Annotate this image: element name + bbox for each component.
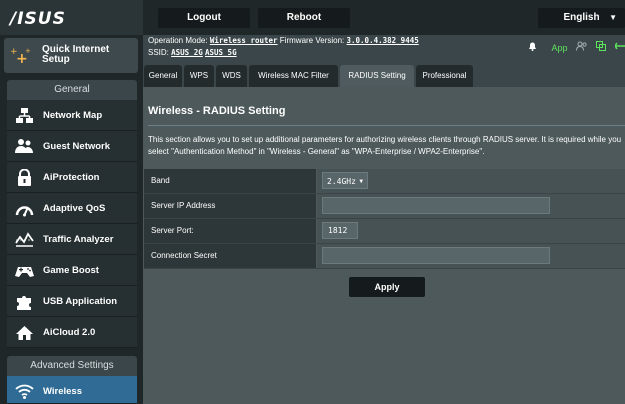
quick-internet-setup-label: Quick Internet Setup	[42, 44, 110, 65]
language-label: English	[563, 12, 600, 23]
wifi-icon	[15, 383, 34, 400]
logo-text: /ISUS	[10, 9, 66, 29]
connection-secret-label: Connection Secret	[144, 244, 316, 268]
sidebar-item-traffic-analyzer[interactable]: Traffic Analyzer	[7, 224, 137, 255]
quick-internet-setup-button[interactable]: + + + Quick Internet Setup	[4, 38, 138, 73]
title-divider	[148, 125, 625, 126]
operation-mode-label: Operation Mode:	[148, 36, 208, 45]
sidebar-item-aiprotection[interactable]: AiProtection	[7, 162, 137, 193]
sidebar-item-label: Game Boost	[43, 265, 99, 276]
page-title: Wireless - RADIUS Setting	[148, 105, 286, 117]
sidebar-item-label: Traffic Analyzer	[43, 234, 114, 245]
gauge-icon	[15, 200, 34, 217]
lock-icon	[15, 168, 34, 186]
logout-button[interactable]: Logout	[158, 8, 250, 28]
tab-general[interactable]: General	[144, 65, 182, 87]
ssid-2g-link[interactable]: ASUS_2G	[171, 48, 203, 57]
server-port-row: Server Port: 1812	[144, 219, 625, 244]
server-port-value-cell: 1812	[317, 219, 625, 243]
band-select[interactable]: 2.4GHz ▼	[322, 172, 368, 189]
connection-secret-row: Connection Secret	[144, 244, 625, 269]
server-ip-input[interactable]	[322, 197, 550, 214]
app-label: App	[551, 43, 568, 53]
sidebar-item-usb-application[interactable]: USB Application	[7, 286, 137, 317]
server-ip-row: Server IP Address	[144, 194, 625, 219]
sidebar-item-guest-network[interactable]: Guest Network	[7, 131, 137, 162]
app-icon[interactable]: App	[545, 43, 567, 53]
svg-text:+: +	[25, 47, 31, 55]
band-row: Band 2.4GHz ▼	[144, 169, 625, 194]
ssid-5g-link[interactable]: ASUS_5G	[205, 48, 237, 57]
sidebar: /ISUS + + + Quick Internet Setup General…	[0, 0, 143, 404]
sidebar-item-label: Network Map	[43, 110, 103, 121]
server-ip-value-cell	[317, 194, 625, 218]
chevron-down-icon: ▼	[359, 178, 363, 185]
sidebar-item-label: AiProtection	[43, 172, 100, 183]
status-bar: Operation Mode: Wireless router Firmware…	[143, 35, 625, 62]
tab-professional[interactable]: Professional	[416, 65, 473, 87]
sidebar-item-label: Guest Network	[43, 141, 111, 152]
sidebar-item-label: Adaptive QoS	[43, 203, 106, 214]
band-value-cell: 2.4GHz ▼	[317, 169, 625, 193]
copy-icon[interactable]	[596, 41, 607, 53]
tab-radius-setting[interactable]: RADIUS Setting	[340, 65, 414, 87]
gamepad-icon	[15, 262, 34, 279]
sidebar-item-label: AiCloud 2.0	[43, 327, 96, 338]
tab-wps[interactable]: WPS	[184, 65, 214, 87]
reboot-button[interactable]: Reboot	[258, 8, 350, 28]
page-description: This section allows you to set up additi…	[148, 135, 622, 156]
guest-network-icon	[15, 138, 34, 155]
sidebar-item-label: Wireless	[43, 386, 82, 397]
sidebar-item-network-map[interactable]: Network Map	[7, 100, 137, 131]
apply-button[interactable]: Apply	[349, 277, 425, 297]
general-section-heading: General	[7, 80, 137, 100]
sparkle-plus-icon: + + +	[10, 45, 32, 67]
band-selected-value: 2.4GHz	[327, 177, 356, 186]
tab-wds[interactable]: WDS	[216, 65, 247, 87]
server-port-label: Server Port:	[144, 219, 316, 243]
top-bar: Logout Reboot English ▼	[143, 0, 625, 35]
asus-logo[interactable]: /ISUS	[0, 0, 143, 35]
ssid-line: SSID: ASUS_2G ASUS_5G	[148, 48, 237, 57]
cloud-house-icon	[15, 324, 34, 341]
operation-mode-link[interactable]: Wireless router	[210, 36, 278, 45]
advanced-settings-heading: Advanced Settings	[7, 356, 137, 376]
band-label: Band	[144, 169, 316, 193]
firmware-label: Firmware Version:	[279, 36, 345, 45]
network-map-icon	[15, 107, 34, 124]
main-panel: Wireless - RADIUS Setting This section a…	[143, 87, 625, 404]
operation-mode-line: Operation Mode: Wireless router Firmware…	[148, 36, 419, 45]
sidebar-item-game-boost[interactable]: Game Boost	[7, 255, 137, 286]
usb-icon[interactable]	[614, 41, 625, 53]
sidebar-item-label: USB Application	[43, 296, 118, 307]
puzzle-icon	[15, 293, 34, 310]
tab-bar: General WPS WDS Wireless MAC Filter RADI…	[143, 62, 625, 87]
row-divider	[144, 268, 625, 269]
status-icons: App	[522, 41, 625, 55]
sidebar-item-adaptive-qos[interactable]: Adaptive QoS	[7, 193, 137, 224]
server-port-input[interactable]: 1812	[322, 222, 358, 239]
bell-icon[interactable]	[528, 41, 537, 53]
sidebar-item-wireless[interactable]: Wireless	[7, 376, 137, 404]
ssid-label: SSID:	[148, 48, 169, 57]
users-icon[interactable]	[575, 41, 588, 53]
connection-secret-input[interactable]	[322, 247, 550, 264]
chevron-down-icon: ▼	[609, 13, 617, 22]
connection-secret-value-cell	[317, 244, 625, 268]
tab-wireless-mac-filter[interactable]: Wireless MAC Filter	[249, 65, 338, 87]
traffic-chart-icon	[15, 231, 34, 248]
firmware-version-link[interactable]: 3.0.0.4.382_9445	[347, 36, 419, 45]
language-select[interactable]: English ▼	[538, 8, 625, 28]
server-ip-label: Server IP Address	[144, 194, 316, 218]
sidebar-item-aicloud[interactable]: AiCloud 2.0	[7, 317, 137, 348]
